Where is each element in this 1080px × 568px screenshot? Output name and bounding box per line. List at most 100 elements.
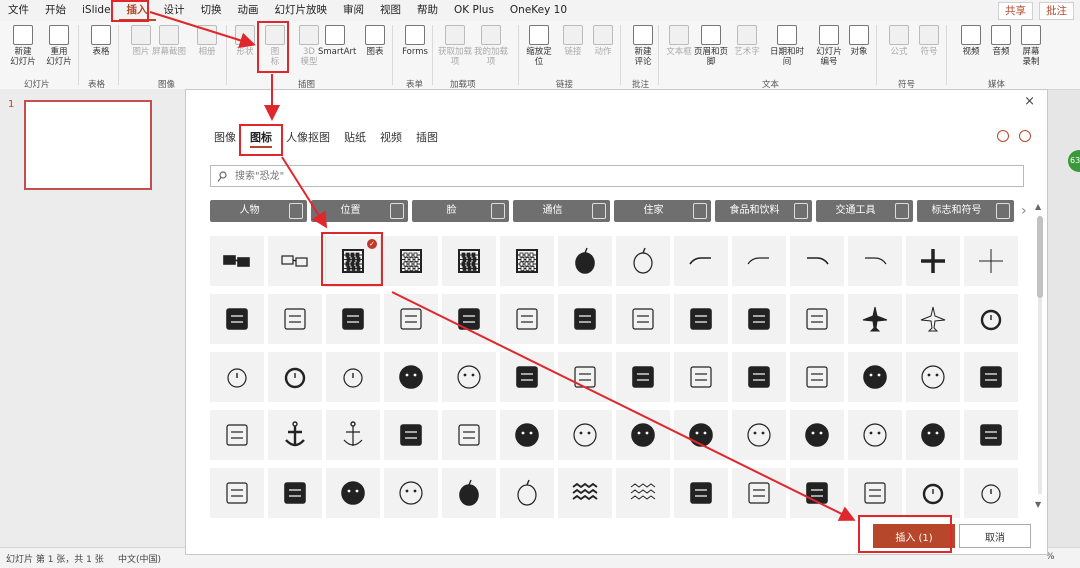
icon-tile[interactable]: [906, 468, 960, 518]
new-slide-button[interactable]: 新建 幻灯片: [6, 25, 40, 67]
icon-tile[interactable]: [268, 468, 322, 518]
icon-tile[interactable]: [210, 352, 264, 402]
category-faces[interactable]: 脸: [412, 200, 509, 222]
icon-tile[interactable]: [674, 352, 728, 402]
icon-tile[interactable]: [674, 294, 728, 344]
icon-tile[interactable]: [210, 468, 264, 518]
icon-tile[interactable]: [384, 236, 438, 286]
tab-videos[interactable]: 视频: [380, 130, 402, 148]
close-icon[interactable]: ×: [1024, 94, 1035, 109]
icon-tile[interactable]: [616, 236, 670, 286]
date-time-button[interactable]: 日期和时间: [770, 25, 804, 67]
icon-tile[interactable]: [210, 294, 264, 344]
table-button[interactable]: 表格: [84, 25, 118, 57]
reuse-slides-button[interactable]: 重用 幻灯片: [42, 25, 76, 67]
icon-tile[interactable]: [732, 294, 786, 344]
icon-tile[interactable]: [268, 236, 322, 286]
menu-slideshow[interactable]: 幻灯片放映: [267, 0, 336, 21]
icon-tile[interactable]: [558, 294, 612, 344]
icon-tile[interactable]: [326, 410, 380, 460]
equation-button[interactable]: 公式: [882, 25, 916, 57]
category-home[interactable]: 住家: [614, 200, 711, 222]
menu-home[interactable]: 开始: [37, 0, 74, 21]
wordart-button[interactable]: 艺术字: [730, 25, 764, 57]
icon-tile[interactable]: [964, 410, 1018, 460]
icon-tile[interactable]: [848, 294, 902, 344]
icon-tile[interactable]: [732, 352, 786, 402]
icon-tile[interactable]: [732, 410, 786, 460]
symbol-button[interactable]: 符号: [912, 25, 946, 57]
tab-images[interactable]: 图像: [214, 130, 236, 148]
forms-button[interactable]: Forms: [398, 25, 432, 57]
icon-tile[interactable]: [558, 352, 612, 402]
icon-tile[interactable]: [790, 352, 844, 402]
icon-tile[interactable]: [790, 468, 844, 518]
icon-tile[interactable]: [500, 294, 554, 344]
category-food-drink[interactable]: 食品和饮料: [715, 200, 812, 222]
icon-tile[interactable]: [268, 352, 322, 402]
menu-help[interactable]: 帮助: [409, 0, 446, 21]
icon-tile[interactable]: [964, 236, 1018, 286]
icon-tile[interactable]: [558, 236, 612, 286]
icon-tile[interactable]: [906, 352, 960, 402]
menu-onekey[interactable]: OneKey 10: [502, 0, 575, 21]
search-input[interactable]: [235, 168, 1005, 184]
category-communication[interactable]: 通信: [513, 200, 610, 222]
icon-tile[interactable]: [848, 468, 902, 518]
slide-thumbnail[interactable]: [24, 100, 152, 190]
chevron-right-icon[interactable]: ›: [1021, 203, 1027, 219]
menu-file[interactable]: 文件: [0, 0, 37, 21]
icon-tile[interactable]: [384, 294, 438, 344]
scrollbar[interactable]: ▲ ▼: [1035, 202, 1045, 510]
category-location[interactable]: 位置: [311, 200, 408, 222]
screenshot-button[interactable]: 屏幕截图: [152, 25, 186, 57]
icon-tile[interactable]: [210, 236, 264, 286]
icon-tile[interactable]: [384, 468, 438, 518]
my-addins-button[interactable]: 我的加载项: [474, 25, 508, 67]
object-button[interactable]: 对象: [842, 25, 876, 57]
icon-tile[interactable]: [442, 468, 496, 518]
icon-tile[interactable]: [500, 468, 554, 518]
icon-tile[interactable]: [790, 410, 844, 460]
icon-tile[interactable]: [732, 468, 786, 518]
icon-tile[interactable]: [732, 236, 786, 286]
new-comment-button[interactable]: 新建 评论: [626, 25, 660, 67]
icon-tile[interactable]: [326, 352, 380, 402]
icon-tile[interactable]: [268, 294, 322, 344]
icon-tile[interactable]: [848, 236, 902, 286]
share-button[interactable]: 共享: [998, 2, 1033, 20]
scroll-up-icon[interactable]: ▲: [1035, 202, 1041, 211]
screen-recording-button[interactable]: 屏幕 录制: [1014, 25, 1048, 67]
icon-tile[interactable]: [442, 236, 496, 286]
menu-animations[interactable]: 动画: [230, 0, 267, 21]
icon-tile[interactable]: [500, 352, 554, 402]
chart-button[interactable]: 图表: [358, 25, 392, 57]
icon-tile[interactable]: [210, 410, 264, 460]
icon-tile[interactable]: [442, 410, 496, 460]
icon-tile[interactable]: [326, 294, 380, 344]
scroll-thumb[interactable]: [1037, 216, 1043, 298]
cancel-button[interactable]: 取消: [959, 524, 1031, 548]
action-button[interactable]: 动作: [586, 25, 620, 57]
tab-illustrations[interactable]: 插图: [416, 130, 438, 148]
icon-tile[interactable]: [442, 294, 496, 344]
icon-tile[interactable]: [848, 352, 902, 402]
header-footer-button[interactable]: 页眉和页脚: [694, 25, 728, 67]
menu-transitions[interactable]: 切换: [193, 0, 230, 21]
icon-tile[interactable]: [500, 410, 554, 460]
audio-button[interactable]: 音频: [984, 25, 1018, 57]
category-signs-symbols[interactable]: 标志和符号: [917, 200, 1014, 222]
icon-tile[interactable]: [906, 294, 960, 344]
icon-tile[interactable]: [326, 468, 380, 518]
photo-album-button[interactable]: 相册: [190, 25, 224, 57]
link-button[interactable]: 链接: [556, 25, 590, 57]
scroll-down-icon[interactable]: ▼: [1035, 500, 1041, 509]
icon-tile[interactable]: [558, 468, 612, 518]
icon-tile[interactable]: [268, 410, 322, 460]
get-addins-button[interactable]: 获取加载项: [438, 25, 472, 67]
tab-stickers[interactable]: 贴纸: [344, 130, 366, 148]
icon-tile[interactable]: [848, 410, 902, 460]
icon-tile[interactable]: [674, 468, 728, 518]
icon-tile[interactable]: [790, 236, 844, 286]
icon-tile[interactable]: [964, 352, 1018, 402]
